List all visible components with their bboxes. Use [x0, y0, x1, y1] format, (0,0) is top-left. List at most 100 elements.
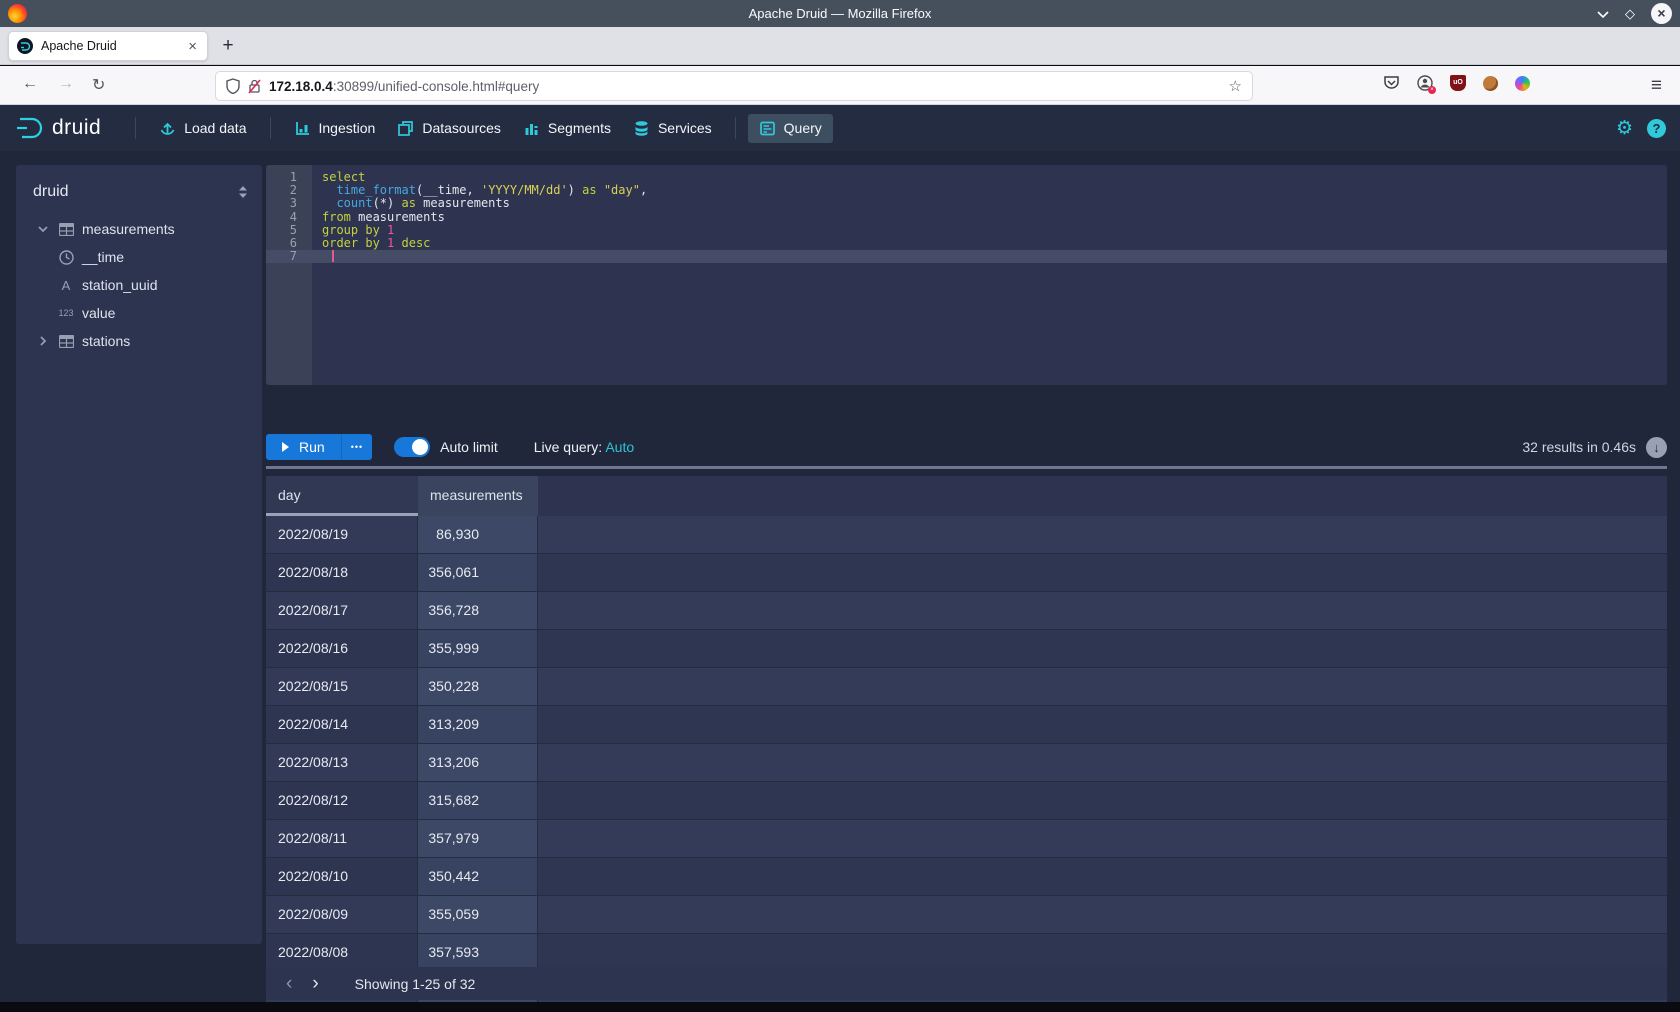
- number-type-icon: 123: [57, 308, 75, 318]
- run-button-label: Run: [299, 439, 325, 455]
- results-info: 32 results in 0.46s: [1522, 439, 1636, 455]
- code-line[interactable]: 5group by 1: [266, 224, 1667, 237]
- cell-measurements[interactable]: 356,728: [418, 592, 538, 630]
- back-icon[interactable]: ←: [22, 75, 38, 93]
- cell-measurements[interactable]: 350,442: [418, 858, 538, 896]
- settings-gear-icon[interactable]: ⚙: [1616, 117, 1633, 140]
- pocket-icon[interactable]: [1383, 75, 1400, 91]
- cell-day[interactable]: 2022/08/13: [266, 744, 418, 782]
- extension-error-badge: ×: [1428, 86, 1436, 94]
- tree-item-stations[interactable]: stations: [16, 327, 262, 355]
- tree-item-time[interactable]: __time: [16, 243, 262, 271]
- lock-insecure-icon[interactable]: [248, 79, 261, 94]
- new-tab-button[interactable]: +: [216, 35, 240, 57]
- table-row[interactable]: 2022/08/17356,728: [266, 592, 1667, 630]
- editor-code[interactable]: 1select2 time_format(__time, 'YYYY/MM/dd…: [266, 171, 1667, 263]
- tree-item-station-uuid[interactable]: A station_uuid: [16, 271, 262, 299]
- run-button[interactable]: Run: [266, 434, 341, 460]
- cell-day[interactable]: 2022/08/12: [266, 782, 418, 820]
- column-header-measurements[interactable]: measurements: [418, 476, 538, 516]
- druid-logo[interactable]: druid: [14, 115, 101, 141]
- results-scrollbar[interactable]: [266, 466, 1667, 469]
- window-minimize-icon[interactable]: [1597, 10, 1609, 18]
- cell-day[interactable]: 2022/08/15: [266, 668, 418, 706]
- cell-day[interactable]: 2022/08/17: [266, 592, 418, 630]
- table-row[interactable]: 2022/08/13313,206: [266, 744, 1667, 782]
- auto-limit-toggle[interactable]: [394, 437, 430, 457]
- tab-close-icon[interactable]: ×: [186, 38, 199, 55]
- nav-query[interactable]: Query: [748, 114, 833, 143]
- code-line[interactable]: 7: [266, 250, 1667, 263]
- cookie-extension-icon[interactable]: [1483, 76, 1498, 91]
- cell-measurements[interactable]: 356,061: [418, 554, 538, 592]
- pagination-bar: ‹ › Showing 1-25 of 32: [266, 967, 1667, 1000]
- url-text[interactable]: 172.18.0.4:30899/unified-console.html#qu…: [269, 79, 1221, 94]
- cell-measurements[interactable]: 350,228: [418, 668, 538, 706]
- tree-item-value[interactable]: 123 value: [16, 299, 262, 327]
- table-row[interactable]: 2022/08/1986,930: [266, 516, 1667, 554]
- cell-measurements[interactable]: 355,999: [418, 630, 538, 668]
- code-line[interactable]: 4from measurements: [266, 211, 1667, 224]
- menu-icon[interactable]: ≡: [1651, 75, 1662, 97]
- table-row[interactable]: 2022/08/10350,442: [266, 858, 1667, 896]
- window-close-icon[interactable]: ×: [1651, 3, 1672, 24]
- code-line[interactable]: 3 count(*) as measurements: [266, 197, 1667, 210]
- table-row[interactable]: 2022/08/09355,059: [266, 896, 1667, 934]
- next-page-icon[interactable]: ›: [312, 973, 318, 995]
- run-more-button[interactable]: •••: [341, 434, 372, 460]
- cell-day[interactable]: 2022/08/18: [266, 554, 418, 592]
- reload-icon[interactable]: ↻: [92, 75, 105, 95]
- forward-icon[interactable]: →: [58, 75, 74, 93]
- chevron-right-icon[interactable]: [36, 336, 50, 346]
- help-icon[interactable]: ?: [1647, 119, 1666, 138]
- window-maximize-icon[interactable]: ◇: [1625, 6, 1635, 22]
- cell-day[interactable]: 2022/08/11: [266, 820, 418, 858]
- cell-measurements[interactable]: 86,930: [418, 516, 538, 554]
- prev-page-icon[interactable]: ‹: [286, 973, 292, 995]
- table-row[interactable]: 2022/08/11357,979: [266, 820, 1667, 858]
- cell-day[interactable]: 2022/08/16: [266, 630, 418, 668]
- schema-selector[interactable]: druid: [16, 165, 262, 215]
- live-query-value[interactable]: Auto: [605, 439, 634, 455]
- url-path: :30899/unified-console.html#query: [333, 79, 539, 94]
- cell-measurements[interactable]: 357,979: [418, 820, 538, 858]
- nav-load-data[interactable]: Load data: [148, 114, 257, 143]
- nav-ingestion[interactable]: Ingestion: [283, 114, 387, 143]
- bookmark-star-icon[interactable]: ☆: [1229, 77, 1242, 95]
- ublock-icon[interactable]: uO: [1450, 75, 1466, 91]
- chevron-down-icon[interactable]: [36, 226, 50, 232]
- column-header-day[interactable]: day: [266, 476, 418, 516]
- double-caret-icon: [238, 185, 248, 199]
- cell-day[interactable]: 2022/08/19: [266, 516, 418, 554]
- cell-measurements[interactable]: 355,059: [418, 896, 538, 934]
- shield-icon[interactable]: [226, 78, 240, 94]
- nav-segments[interactable]: Segments: [512, 114, 622, 143]
- table-row[interactable]: 2022/08/14313,209: [266, 706, 1667, 744]
- auto-limit-label: Auto limit: [440, 439, 498, 455]
- table-row[interactable]: 2022/08/15350,228: [266, 668, 1667, 706]
- cell-day[interactable]: 2022/08/10: [266, 858, 418, 896]
- asterisk-extension-icon[interactable]: [1515, 76, 1530, 91]
- download-icon[interactable]: ↓: [1646, 437, 1667, 458]
- string-type-icon: A: [57, 278, 75, 293]
- nav-datasources[interactable]: Datasources: [386, 114, 512, 143]
- line-number: 7: [266, 250, 312, 263]
- ingestion-icon: [294, 120, 311, 137]
- cell-day[interactable]: 2022/08/14: [266, 706, 418, 744]
- tab-apache-druid[interactable]: Apache Druid ×: [8, 31, 208, 61]
- query-view: druid measurements __time A station_uuid: [0, 151, 1680, 1002]
- table-row[interactable]: 2022/08/18356,061: [266, 554, 1667, 592]
- cell-measurements[interactable]: 313,206: [418, 744, 538, 782]
- sql-editor[interactable]: 1select2 time_format(__time, 'YYYY/MM/dd…: [266, 165, 1667, 385]
- tree-item-measurements[interactable]: measurements: [16, 215, 262, 243]
- nav-services[interactable]: Services: [622, 114, 723, 143]
- table-row[interactable]: 2022/08/16355,999: [266, 630, 1667, 668]
- account-extension-icon[interactable]: ×: [1417, 75, 1433, 91]
- table-row[interactable]: 2022/08/12315,682: [266, 782, 1667, 820]
- cell-day[interactable]: 2022/08/09: [266, 896, 418, 934]
- cell-measurements[interactable]: 313,209: [418, 706, 538, 744]
- url-field[interactable]: 172.18.0.4:30899/unified-console.html#qu…: [215, 71, 1253, 101]
- druid-logo-icon: [14, 115, 44, 141]
- cell-measurements[interactable]: 315,682: [418, 782, 538, 820]
- code-line[interactable]: 6order by 1 desc: [266, 237, 1667, 250]
